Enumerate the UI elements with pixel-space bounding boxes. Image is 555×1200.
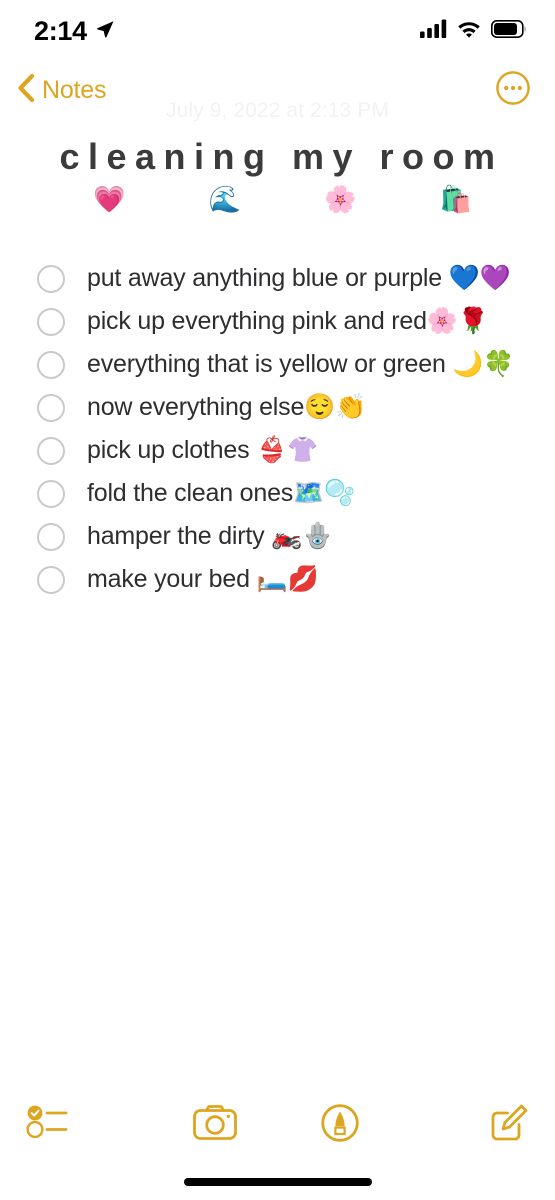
checklist-tool-button[interactable] bbox=[0, 1092, 152, 1154]
wifi-icon bbox=[456, 19, 482, 43]
battery-icon bbox=[491, 19, 527, 43]
checkbox[interactable] bbox=[37, 479, 65, 508]
note-title-emoji-row: 💗 🌊 🌸 🛍️ bbox=[92, 184, 473, 214]
camera-icon bbox=[192, 1105, 237, 1140]
checklist-item-label: pick up everything pink and red🌸🌹 bbox=[87, 307, 489, 335]
checkbox[interactable] bbox=[37, 565, 65, 594]
checklist-item[interactable]: hamper the dirty 🏍️🪬 bbox=[28, 515, 527, 558]
checklist-item[interactable]: pick up everything pink and red🌸🌹 bbox=[28, 300, 527, 343]
checklist-item-label: everything that is yellow or green 🌙🍀 bbox=[87, 350, 515, 378]
checklist-item-label: pick up clothes 👙👚 bbox=[87, 436, 318, 464]
status-bar: 2:14 bbox=[0, 0, 555, 62]
note-timestamp: July 9, 2022 at 2:13 PM bbox=[166, 99, 389, 122]
markup-tool-button[interactable] bbox=[278, 1092, 404, 1154]
status-bar-right bbox=[420, 19, 527, 43]
checklist-item[interactable]: make your bed 🛏️💋 bbox=[28, 558, 527, 601]
checklist-icon bbox=[26, 1104, 70, 1143]
compose-tool-button[interactable] bbox=[403, 1092, 555, 1154]
bottom-toolbar bbox=[0, 1092, 555, 1154]
status-bar-left: 2:14 bbox=[34, 16, 115, 47]
checkbox[interactable] bbox=[37, 307, 65, 336]
cellular-signal-icon bbox=[420, 19, 447, 43]
checklist-item[interactable]: put away anything blue or purple 💙💜 bbox=[28, 257, 527, 300]
checkbox[interactable] bbox=[37, 436, 65, 465]
checklist-item-label: make your bed 🛏️💋 bbox=[87, 565, 319, 593]
notes-app-screen: 2:14 Notes July 9, 2022 at 2:13 PM clean… bbox=[0, 0, 555, 1200]
checkbox[interactable] bbox=[37, 522, 65, 551]
note-content[interactable]: July 9, 2022 at 2:13 PM cleaning my room… bbox=[0, 96, 555, 601]
checklist-item-label: now everything else😌👏 bbox=[87, 393, 367, 421]
status-time: 2:14 bbox=[34, 15, 87, 46]
checklist-item-label: hamper the dirty 🏍️🪬 bbox=[87, 522, 334, 550]
home-indicator bbox=[183, 1178, 372, 1186]
markup-pen-icon bbox=[321, 1104, 360, 1142]
checklist-item-label: fold the clean ones🗺️🫧 bbox=[87, 479, 355, 507]
checklist-item-label: put away anything blue or purple 💙💜 bbox=[87, 264, 511, 292]
location-arrow-icon bbox=[95, 19, 115, 44]
note-title: cleaning my room bbox=[59, 136, 504, 177]
checklist: put away anything blue or purple 💙💜 pick… bbox=[28, 257, 527, 601]
compose-icon bbox=[491, 1104, 528, 1141]
checkbox[interactable] bbox=[37, 350, 65, 379]
checklist-item[interactable]: fold the clean ones🗺️🫧 bbox=[28, 472, 527, 515]
camera-tool-button[interactable] bbox=[152, 1092, 278, 1154]
checklist-item[interactable]: everything that is yellow or green 🌙🍀 bbox=[28, 343, 527, 386]
checkbox[interactable] bbox=[37, 393, 65, 422]
checklist-item[interactable]: pick up clothes 👙👚 bbox=[28, 429, 527, 472]
checklist-item[interactable]: now everything else😌👏 bbox=[28, 386, 527, 429]
checkbox[interactable] bbox=[37, 264, 65, 293]
